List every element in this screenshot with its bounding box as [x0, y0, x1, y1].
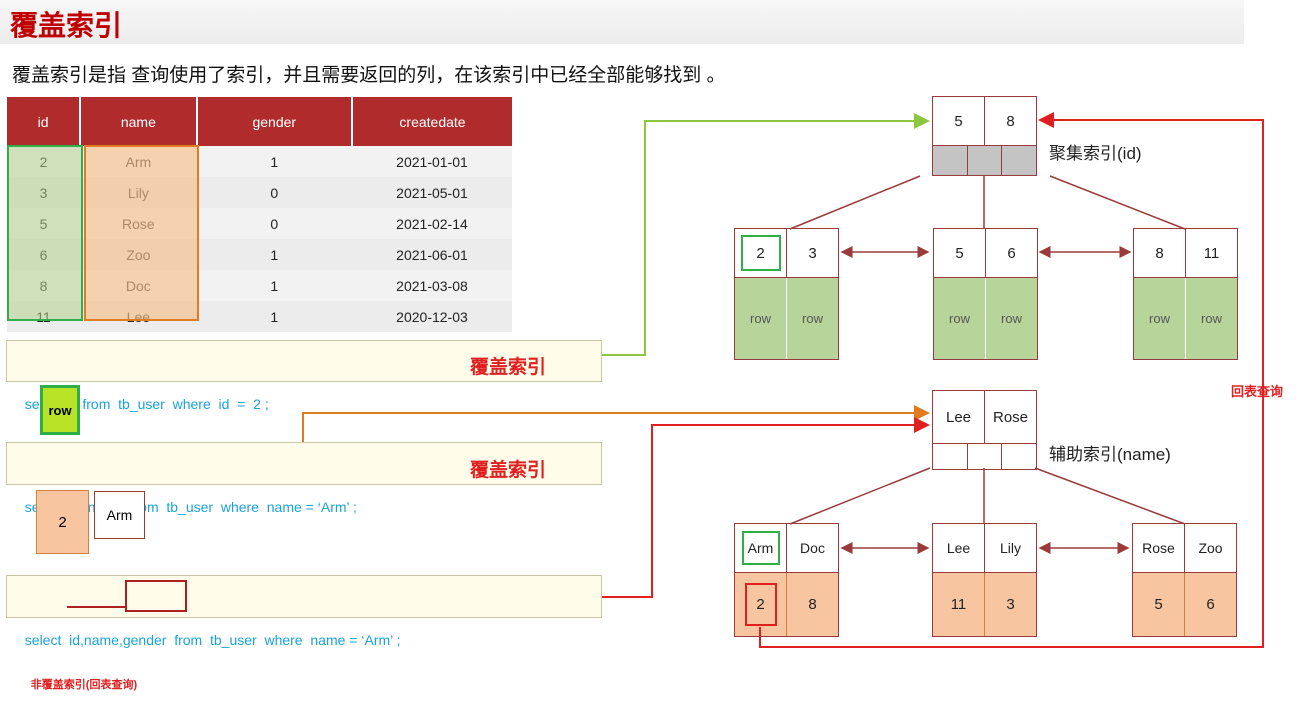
secondary-leaf-node: Arm Doc 2 8	[734, 523, 839, 637]
secondary-root-pointer	[968, 444, 1003, 469]
secondary-leaf-key: Lee	[933, 524, 985, 572]
clustered-leaf-key: 8	[1134, 229, 1186, 277]
secondary-leaf-node: Lee Lily 11 3	[932, 523, 1037, 637]
query-3-box: select id,name,gender from tb_user where…	[6, 575, 602, 691]
table-cell-gender: 1	[196, 239, 352, 270]
secondary-leaf-key: Zoo	[1198, 540, 1223, 556]
secondary-leaf-key: Arm	[735, 524, 787, 572]
query-2-label: 覆盖索引	[470, 460, 547, 481]
column-header-createdate: createdate	[351, 97, 512, 146]
clustered-root-pointer	[968, 146, 1003, 175]
clustered-leaf-node: 8 11 row row	[1133, 228, 1238, 360]
title-bar	[0, 0, 1244, 44]
table-cell-gender: 1	[196, 301, 352, 332]
query-3-label: 非覆盖索引(回表查询)	[30, 679, 138, 691]
gender-column-highlight	[125, 580, 187, 612]
table-cell-createdate: 2020-12-03	[351, 301, 512, 332]
secondary-leaf-key: Rose	[1133, 524, 1185, 572]
clustered-leaf-row: row	[1186, 278, 1237, 359]
clustered-leaf-row: row	[787, 278, 838, 359]
clustered-index-caption: 聚集索引(id)	[1049, 144, 1142, 163]
query-2-result-name: Arm	[94, 491, 145, 539]
clustered-root-node: 5 8	[932, 96, 1037, 176]
secondary-leaf-node: Rose Zoo 5 6	[1132, 523, 1237, 637]
clustered-leaf-row: row	[735, 278, 787, 359]
secondary-leaf-id: 3	[985, 573, 1036, 636]
table-cell-createdate: 2021-05-01	[351, 177, 512, 208]
query-2-arrow	[302, 405, 930, 442]
id-name-underline	[67, 606, 125, 608]
query-2-result-name-value: Arm	[106, 507, 133, 523]
clustered-leaf-key: 6	[1007, 244, 1016, 262]
back-query-label: 回表查询	[1231, 384, 1284, 399]
secondary-root-key-2: Rose	[992, 408, 1029, 426]
table-cell-gender: 1	[196, 146, 352, 177]
table-cell-gender: 1	[196, 270, 352, 301]
secondary-root-key-1: Lee	[933, 391, 985, 443]
table-cell-createdate: 2021-02-14	[351, 208, 512, 239]
secondary-leaf-key: Doc	[800, 540, 825, 556]
query-1-result: row	[40, 385, 80, 435]
secondary-root-pointer	[933, 444, 968, 469]
query-2-result-id: 2	[36, 490, 89, 554]
clustered-leaf-key: 2	[735, 229, 787, 277]
clustered-leaf-node: 5 6 row row	[933, 228, 1038, 360]
query-1-result-label: row	[48, 402, 72, 418]
clustered-leaf-key: 3	[808, 244, 817, 262]
column-header-name: name	[80, 97, 198, 146]
table-cell-createdate: 2021-01-01	[351, 146, 512, 177]
secondary-root-pointer	[1002, 444, 1036, 469]
clustered-root-pointer	[933, 146, 968, 175]
query-2-result-id-value: 2	[58, 513, 67, 531]
table-cell-gender: 0	[196, 177, 352, 208]
column-header-id: id	[7, 97, 82, 146]
clustered-leaf-key: 11	[1203, 244, 1220, 262]
clustered-root-key-2: 8	[1006, 112, 1015, 130]
secondary-leaf-key: Lily	[999, 540, 1021, 556]
secondary-leaf-id: 6	[1185, 573, 1236, 636]
clustered-leaf-node: 2 3 row row	[734, 228, 839, 360]
table-cell-gender: 0	[196, 208, 352, 239]
id-column-highlight	[7, 145, 83, 321]
secondary-leaf-id: 11	[933, 573, 985, 636]
page-title: 覆盖索引	[10, 10, 123, 41]
name-column-highlight	[84, 145, 199, 321]
clustered-root-pointer	[1002, 146, 1036, 175]
column-header-gender: gender	[196, 97, 353, 146]
table-cell-createdate: 2021-06-01	[351, 239, 512, 270]
query-1-label: 覆盖索引	[470, 357, 547, 378]
secondary-index-caption: 辅助索引(name)	[1049, 445, 1171, 464]
clustered-leaf-row: row	[934, 278, 986, 359]
secondary-root-node: Lee Rose	[932, 390, 1037, 470]
table-cell-createdate: 2021-03-08	[351, 270, 512, 301]
secondary-leaf-id: 8	[787, 573, 838, 636]
clustered-leaf-row: row	[1134, 278, 1186, 359]
clustered-leaf-row: row	[986, 278, 1037, 359]
query-3-sql: select id,name,gender from tb_user where…	[24, 632, 401, 648]
secondary-leaf-id: 2	[735, 573, 787, 636]
table-header-row: id name gender createdate	[7, 97, 512, 146]
secondary-leaf-id: 5	[1133, 573, 1185, 636]
page-subtitle: 覆盖索引是指 查询使用了索引，并且需要返回的列，在该索引中已经全部能够找到 。	[12, 65, 726, 86]
clustered-leaf-key: 5	[934, 229, 986, 277]
clustered-root-key-1: 5	[933, 97, 985, 145]
